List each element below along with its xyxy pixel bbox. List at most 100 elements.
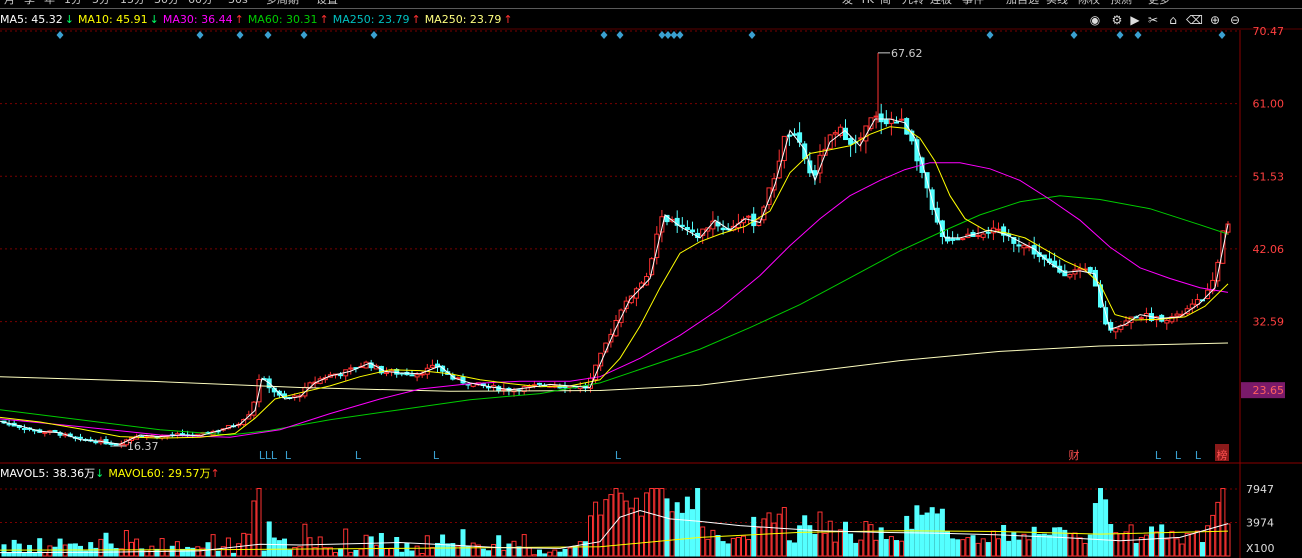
volume-bar <box>1220 488 1226 557</box>
volume-bar <box>414 545 420 557</box>
volume-bar <box>399 551 405 557</box>
signal-marker[interactable]: L <box>1195 449 1202 462</box>
price-tick-label: 70.47 <box>1253 25 1285 38</box>
volume-bar <box>531 554 537 557</box>
volume-bar <box>562 548 568 557</box>
volume-bar <box>827 520 833 557</box>
event-marker-icon[interactable] <box>1134 31 1142 39</box>
event-marker-icon[interactable] <box>664 31 672 39</box>
current-price-label: 23.65 <box>1253 384 1285 397</box>
candles <box>1 104 1231 557</box>
volume-bar <box>501 549 507 557</box>
event-marker-icon[interactable] <box>986 31 994 39</box>
volume-bar <box>567 547 573 557</box>
event-marker-icon[interactable] <box>676 31 684 39</box>
volume-bar <box>424 535 430 557</box>
signal-marker[interactable]: L <box>433 449 440 462</box>
candle-body <box>899 118 905 121</box>
candle-body <box>975 234 981 237</box>
volume-bar <box>1011 532 1017 557</box>
candle-body <box>955 238 961 241</box>
volume-bar <box>705 538 711 557</box>
event-marker-icon[interactable] <box>370 31 378 39</box>
event-marker-icon[interactable] <box>264 31 272 39</box>
signal-marker[interactable]: L <box>1175 449 1182 462</box>
volume-bar <box>1200 542 1205 557</box>
candle-body <box>878 113 884 123</box>
volume-legend-value: MAVOL5: 38.36万 <box>0 467 96 480</box>
event-marker-icon[interactable] <box>616 31 624 39</box>
volume-bar <box>1215 501 1221 557</box>
volume-bar <box>797 525 803 557</box>
volume-bar <box>409 550 415 557</box>
volume-bar <box>1179 543 1185 557</box>
signal-marker[interactable]: L <box>615 449 622 462</box>
signal-marker[interactable]: L <box>285 449 292 462</box>
volume-bar <box>261 550 267 557</box>
volume-bar <box>1077 537 1083 557</box>
volume-bar <box>526 547 532 557</box>
signal-marker[interactable]: 财 <box>1069 448 1080 462</box>
signal-marker[interactable]: 榜 <box>1217 448 1228 462</box>
volume-bar <box>338 548 344 557</box>
volume-bar <box>6 552 12 557</box>
event-marker-icon[interactable] <box>56 31 64 39</box>
event-marker-icon[interactable] <box>196 31 204 39</box>
event-marker-icon[interactable] <box>236 31 244 39</box>
volume-bar <box>1123 531 1129 557</box>
event-marker-icon[interactable] <box>600 31 608 39</box>
volume-bar <box>1164 538 1170 557</box>
volume-bar <box>1021 533 1027 557</box>
candle-body <box>78 436 83 439</box>
volume-bar <box>720 541 726 557</box>
volume-bar <box>42 552 48 557</box>
volume-bar <box>955 539 961 557</box>
volume-bar <box>88 542 94 557</box>
volume-bar <box>486 550 491 557</box>
event-marker-icon[interactable] <box>748 31 756 39</box>
volume-tick-label: 7947 <box>1246 483 1274 496</box>
volume-bar <box>669 511 675 557</box>
volume-bar <box>1118 533 1124 557</box>
volume-bar <box>623 500 629 557</box>
volume-bar <box>215 550 221 557</box>
volume-bar <box>27 544 32 557</box>
volume-bar <box>1169 530 1175 557</box>
volume-bar <box>506 543 512 557</box>
candle-body <box>409 374 415 377</box>
volume-bar <box>368 536 374 557</box>
volume-bar <box>730 537 736 557</box>
candle-body <box>414 374 420 378</box>
candle-body <box>1164 319 1170 324</box>
event-marker-icon[interactable] <box>1116 31 1124 39</box>
volume-bar <box>256 488 262 557</box>
event-marker-icon[interactable] <box>670 31 678 39</box>
volume-bar <box>817 511 823 557</box>
volume-bar <box>924 512 930 557</box>
volume-bar <box>965 537 971 557</box>
volume-bar <box>1103 499 1109 557</box>
volume-bar <box>975 542 981 557</box>
event-marker-icon[interactable] <box>658 31 666 39</box>
candle-body <box>996 228 1001 231</box>
volume-bar <box>225 537 231 557</box>
volume-bar <box>429 547 435 557</box>
signal-marker[interactable]: L <box>271 449 278 462</box>
volume-bar <box>251 500 257 557</box>
event-marker-icon[interactable] <box>1070 31 1078 39</box>
price-tick-label: 32.59 <box>1253 316 1285 329</box>
signal-marker[interactable]: L <box>355 449 362 462</box>
event-marker-icon[interactable] <box>1218 31 1226 39</box>
volume-bar <box>1062 529 1068 557</box>
candle-body <box>883 119 889 125</box>
volume-bar <box>1001 524 1007 557</box>
volume-bar <box>32 552 38 557</box>
volume-bar <box>302 523 308 557</box>
volume-legend: MAVOL5: 38.36万↓ MAVOL60: 29.57万↑ <box>0 466 224 482</box>
volume-bar <box>542 553 548 557</box>
signal-marker[interactable]: L <box>1155 449 1162 462</box>
event-marker-icon[interactable] <box>300 31 308 39</box>
candle-body <box>1103 307 1109 325</box>
volume-bar <box>373 544 379 557</box>
volume-bar <box>945 531 950 557</box>
